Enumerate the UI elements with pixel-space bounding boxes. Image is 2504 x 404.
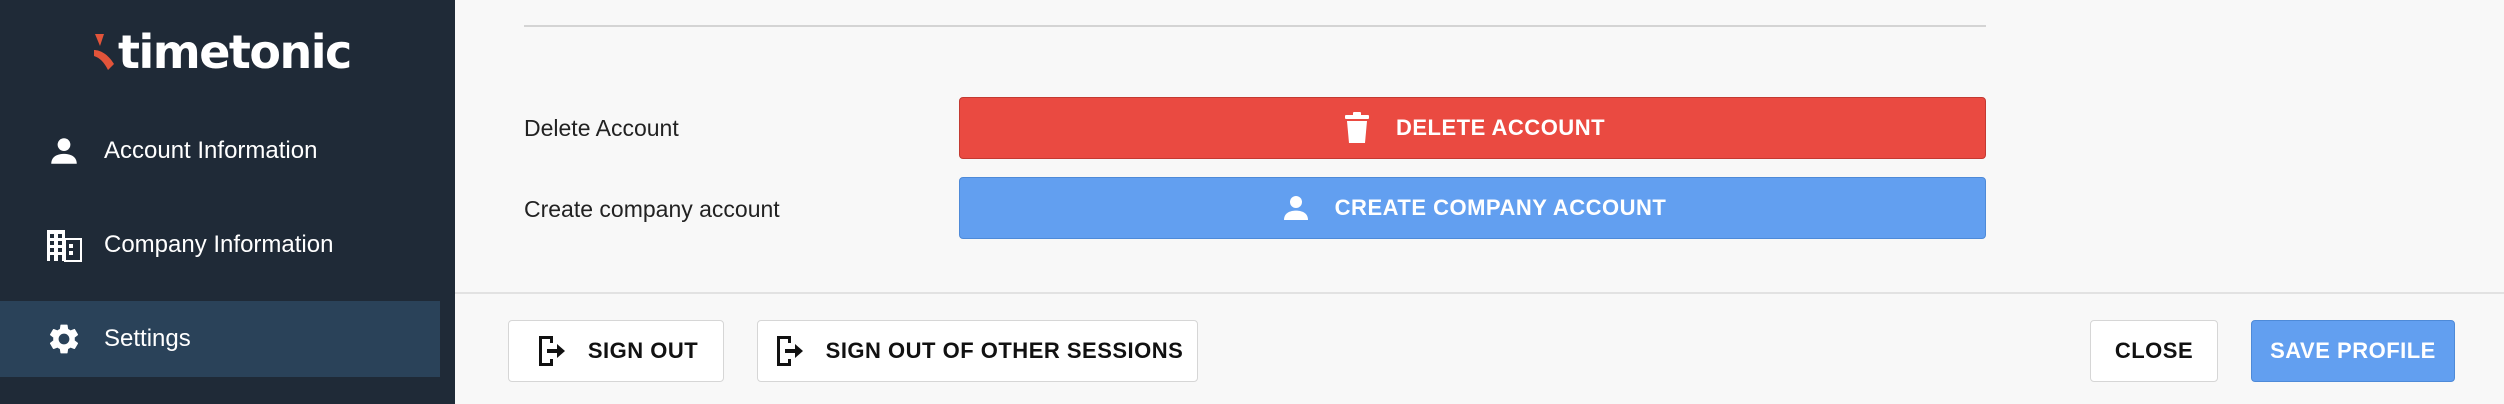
delete-account-button[interactable]: DELETE ACCOUNT bbox=[959, 97, 1986, 159]
logo-mark-icon bbox=[94, 34, 114, 70]
person-icon bbox=[44, 131, 84, 171]
sidebar-item-label: Account Information bbox=[104, 137, 318, 164]
sidebar-item-label: Settings bbox=[104, 325, 191, 352]
trash-icon bbox=[1340, 111, 1374, 145]
sidebar-item-label: Company Information bbox=[104, 231, 334, 258]
create-company-account-button[interactable]: CREATE COMPANY ACCOUNT bbox=[959, 177, 1986, 239]
delete-account-label: Delete Account bbox=[524, 115, 679, 141]
close-button-label: CLOSE bbox=[2114, 338, 2194, 363]
sign-out-other-sessions-button[interactable]: SIGN OUT OF OTHER SESSIONS bbox=[757, 320, 1198, 382]
footer-divider bbox=[455, 292, 2504, 294]
sidebar-item-account-information[interactable]: Account Information bbox=[0, 113, 440, 189]
create-company-account-button-label: CREATE COMPANY ACCOUNT bbox=[1334, 195, 1667, 220]
timetonic-logo[interactable]: timetonic bbox=[92, 22, 352, 82]
sign-out-other-sessions-button-label: SIGN OUT OF OTHER SESSIONS bbox=[825, 338, 1184, 363]
save-profile-button-label: SAVE PROFILE bbox=[2270, 338, 2436, 363]
logo-text: timetonic bbox=[118, 25, 352, 79]
sign-out-icon bbox=[772, 334, 806, 368]
sign-out-button-label: SIGN OUT bbox=[587, 338, 699, 363]
delete-account-button-label: DELETE ACCOUNT bbox=[1395, 115, 1606, 140]
create-company-account-label: Create company account bbox=[524, 196, 780, 222]
sidebar-item-settings[interactable]: Settings bbox=[0, 301, 440, 377]
sidebar-item-company-information[interactable]: Company Information bbox=[0, 207, 440, 283]
sign-out-button[interactable]: SIGN OUT bbox=[508, 320, 724, 382]
sign-out-icon bbox=[534, 334, 568, 368]
building-icon bbox=[44, 225, 84, 265]
close-button[interactable]: CLOSE bbox=[2090, 320, 2218, 382]
gear-icon bbox=[44, 319, 84, 359]
section-divider bbox=[524, 25, 1986, 27]
person-icon bbox=[1279, 191, 1313, 225]
save-profile-button[interactable]: SAVE PROFILE bbox=[2251, 320, 2455, 382]
sidebar: timetonic Account Information Company In… bbox=[0, 0, 455, 404]
